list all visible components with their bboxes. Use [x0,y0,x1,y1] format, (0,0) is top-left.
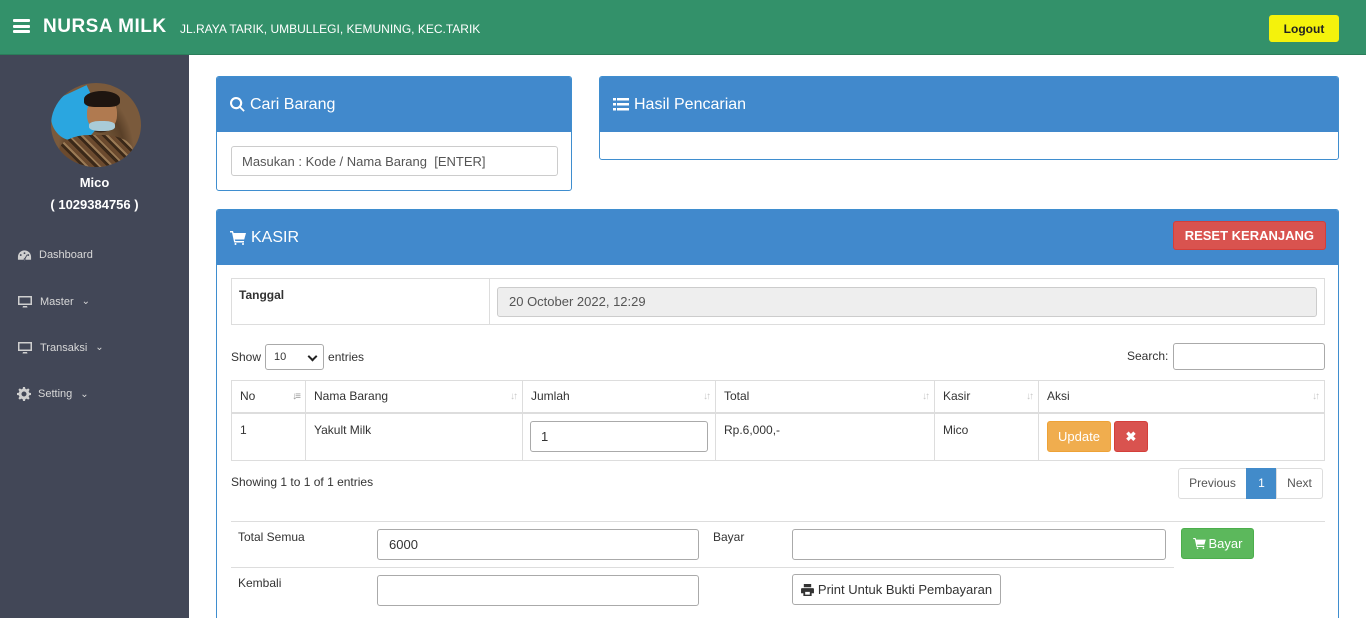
delete-button[interactable]: ✖ [1114,421,1148,452]
search-panel: Cari Barang [216,76,572,191]
column-header-total[interactable]: Total ↓↑ [716,381,935,414]
chevron-down-icon: ⌄ [81,296,91,307]
sidebar-item-label: Dashboard [39,249,93,261]
desktop-icon [18,296,32,308]
print-receipt-button[interactable]: Print Untuk Bukti Pembayaran [792,574,1001,605]
sort-icon: ↓↑ [922,391,930,402]
column-header-no[interactable]: No ↓≡ [232,381,306,414]
pagination-page-1[interactable]: 1 [1246,468,1277,499]
avatar [51,83,141,167]
show-label: Show [231,350,262,364]
user-id: ( 1029384756 ) [50,197,139,212]
table-row: 1 Yakult Milk 1 Rp.6,000,- Mico Update ✖ [232,414,1324,460]
column-header-aksi[interactable]: Aksi ↓↑ [1039,381,1324,414]
panel-title: KASIR [251,228,300,246]
column-header-nama-barang[interactable]: Nama Barang ↓↑ [306,381,523,414]
chevron-down-icon: ⌄ [95,342,104,353]
panel-title: Cari Barang [250,95,336,113]
table-info: Showing 1 to 1 of 1 entries [231,475,374,489]
desktop-icon [18,342,32,354]
pagination-previous[interactable]: Previous [1178,468,1247,499]
sort-icon: ↓↑ [703,391,711,402]
pagination: Previous 1 Next [1178,468,1323,499]
print-icon [800,583,814,596]
divider [231,567,1174,568]
cart-icon [1192,538,1206,549]
logout-button[interactable]: Logout [1269,15,1339,42]
page-length-select[interactable]: 10 [265,344,325,370]
kasir-panel: KASIR RESET KERANJANG Tanggal 20 October… [216,209,1339,618]
brand-title[interactable]: NURSA MILK [43,16,167,38]
table-search-label: Search: [1127,349,1169,363]
sidebar-item-label: Master [40,295,74,308]
sidebar: Mico ( 1029384756 ) Dashboard Master ⌄ T… [0,55,189,618]
date-row: Tanggal 20 October 2022, 12:29 [231,278,1325,325]
menu-toggle-icon[interactable] [13,19,30,33]
cell-jumlah: 1 [523,414,716,460]
sort-icon: ↓↑ [1312,391,1320,402]
print-button-label: Print Untuk Bukti Pembayaran [817,582,993,597]
sort-icon: ↓↑ [510,391,518,402]
kasir-panel-header: KASIR [217,210,1338,265]
cell-nama-barang: Yakult Milk [306,414,523,460]
chevron-down-icon: ⌄ [80,388,89,400]
cell-total: Rp.6,000,- [716,414,935,460]
quantity-input[interactable]: 1 [530,421,708,452]
sidebar-item-master[interactable]: Master ⌄ [17,295,90,308]
gear-icon [17,387,31,401]
user-name: Mico [79,175,110,190]
list-icon [613,98,629,111]
bayar-input[interactable] [792,529,1166,560]
kembali-label: Kembali [238,576,282,590]
cell-aksi: Update ✖ [1039,414,1324,460]
total-field: 6000 [377,529,699,560]
reset-cart-button[interactable]: RESET KERANJANG [1172,221,1326,250]
sort-icon: ↓↑ [1026,391,1034,402]
sidebar-item-transaksi[interactable]: Transaksi ⌄ [17,341,104,354]
sidebar-item-label: Transaksi [40,341,88,354]
page-length-control: Show 10 entries [231,344,364,370]
column-header-kasir[interactable]: Kasir ↓↑ [935,381,1039,414]
sidebar-item-label: Setting [38,388,73,400]
cell-no: 1 [232,414,306,460]
cell-kasir: Mico [935,414,1039,460]
update-button[interactable]: Update [1047,421,1111,452]
result-panel: Hasil Pencarian [599,76,1339,160]
date-field: 20 October 2022, 12:29 [497,287,1317,317]
panel-title: Hasil Pencarian [634,95,747,113]
column-header-jumlah[interactable]: Jumlah ↓↑ [523,381,716,414]
kembali-field [377,575,699,606]
sidebar-item-dashboard[interactable]: Dashboard [17,249,93,261]
total-label: Total Semua [238,530,305,544]
table-header-row: No ↓≡ Nama Barang ↓↑ Jumlah ↓↑ Total ↓↑ Kasi… [232,381,1324,414]
search-icon [230,97,245,112]
sort-asc-icon: ↓≡ [292,391,301,402]
divider [231,521,1325,522]
top-navbar: NURSA MILK JL.RAYA TARIK, UMBULLEGI, KEM… [0,0,1366,55]
table-search-input[interactable] [1173,343,1325,370]
pay-button[interactable]: Bayar [1181,528,1254,559]
cart-table: No ↓≡ Nama Barang ↓↑ Jumlah ↓↑ Total ↓↑ Kasi… [231,380,1325,461]
dashboard-icon [17,250,32,261]
bayar-label: Bayar [713,530,745,544]
cart-icon [230,230,246,245]
date-label: Tanggal [239,288,285,302]
result-panel-header: Hasil Pencarian [600,77,1338,132]
pagination-next[interactable]: Next [1276,468,1323,499]
entries-label: entries [328,350,365,364]
pay-button-label: Bayar [1208,536,1243,551]
search-panel-header: Cari Barang [217,77,571,132]
store-address: JL.RAYA TARIK, UMBULLEGI, KEMUNING, KEC.… [180,22,481,36]
product-search-input[interactable] [231,146,558,176]
sidebar-item-setting[interactable]: Setting ⌄ [17,387,89,401]
